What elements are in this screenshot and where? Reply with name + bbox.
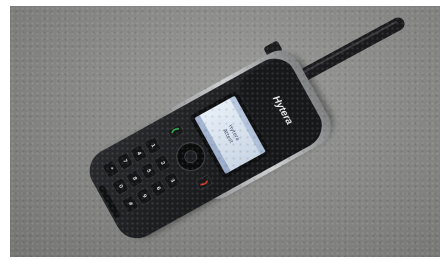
radio-photo: Hytera Hytera Attest 123456789*: [10, 6, 440, 257]
radio-body: Hytera Hytera Attest 123456789*0#: [89, 41, 332, 239]
radio-scene: Hytera Hytera Attest 123456789*0#: [89, 17, 405, 239]
